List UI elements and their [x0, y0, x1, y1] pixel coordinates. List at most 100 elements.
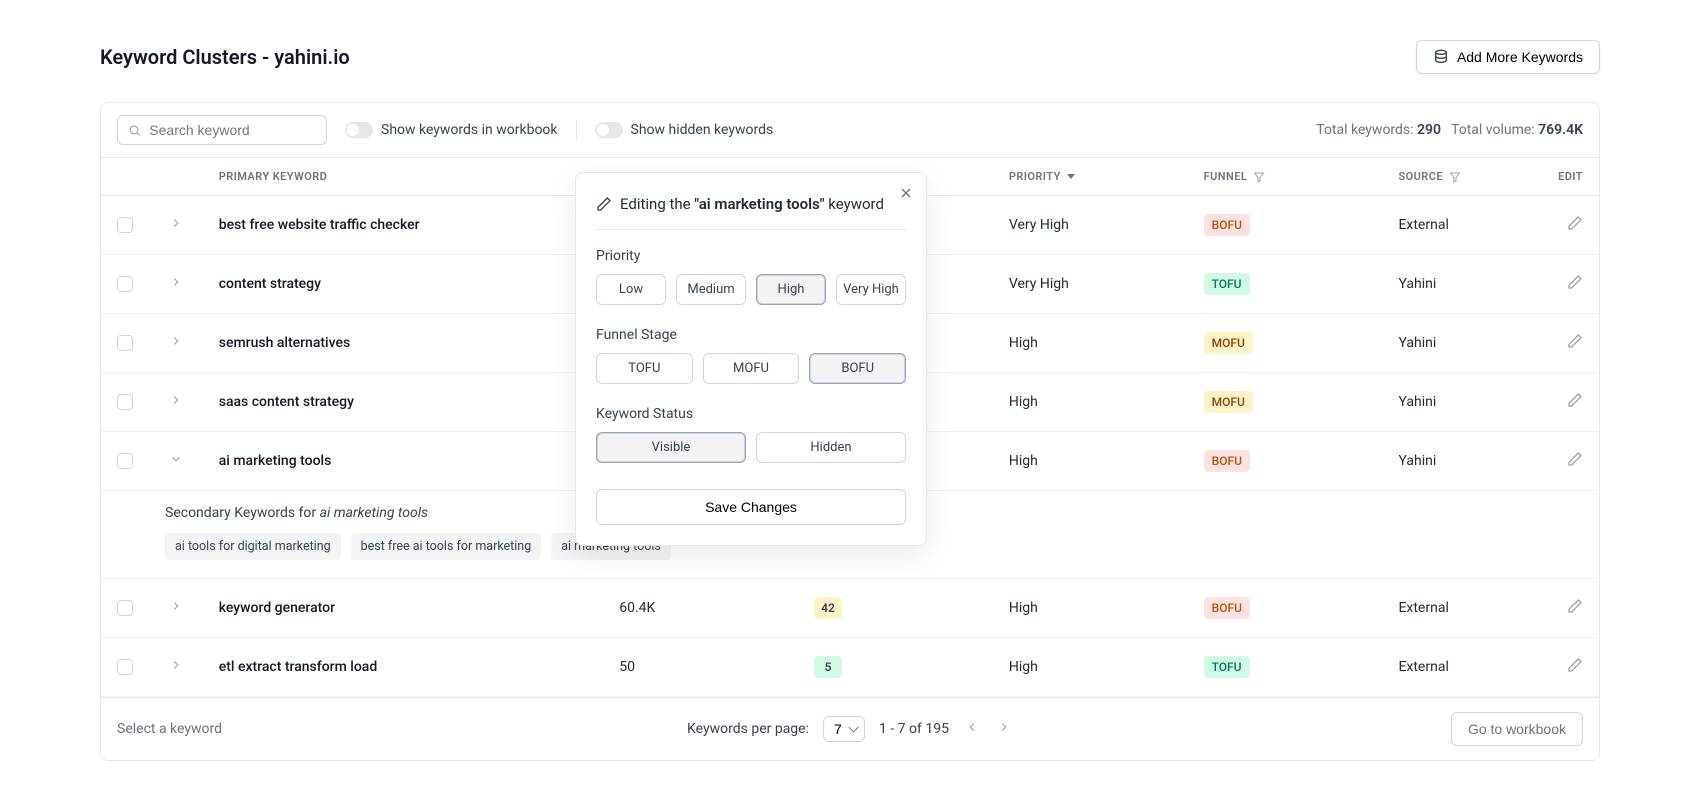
toolbar-divider	[576, 120, 577, 140]
status-section-label: Keyword Status	[596, 406, 906, 422]
select-a-keyword-label: Select a keyword	[117, 721, 222, 737]
pencil-icon	[1567, 598, 1583, 614]
funnel-badge: TOFU	[1204, 273, 1250, 295]
edit-row-button[interactable]	[1567, 455, 1583, 471]
prev-page-button[interactable]	[963, 718, 981, 740]
source-cell: External	[1382, 579, 1534, 638]
secondary-keyword-chip[interactable]: best free ai tools for marketing	[351, 533, 542, 560]
source-cell: External	[1382, 638, 1534, 697]
search-input[interactable]	[149, 122, 316, 138]
edit-row-button[interactable]	[1567, 278, 1583, 294]
funnel-badge: MOFU	[1204, 332, 1253, 354]
secondary-keyword-chip[interactable]: ai tools for digital marketing	[165, 533, 341, 560]
priority-option[interactable]: High	[756, 274, 826, 305]
pencil-icon	[1567, 392, 1583, 408]
edit-row-button[interactable]	[1567, 337, 1583, 353]
keyword-cell[interactable]: best free website traffic checker	[219, 217, 420, 233]
add-more-keywords-label: Add More Keywords	[1457, 49, 1583, 65]
chevron-right-icon[interactable]	[169, 660, 183, 676]
priority-cell: High	[993, 432, 1188, 491]
priority-option[interactable]: Medium	[676, 274, 746, 305]
pencil-icon	[1567, 215, 1583, 231]
priority-cell: Very High	[993, 196, 1188, 255]
source-cell: Yahini	[1382, 255, 1534, 314]
keywords-per-page-label: Keywords per page:	[687, 721, 809, 737]
search-input-wrap[interactable]	[117, 115, 327, 145]
chevron-right-icon[interactable]	[169, 277, 183, 293]
chevron-down-icon[interactable]	[169, 454, 183, 470]
priority-option[interactable]: Very High	[836, 274, 906, 305]
chevron-right-icon[interactable]	[169, 336, 183, 352]
volume-cell: 60.4K	[603, 579, 798, 638]
total-volume-value: 769.4K	[1538, 122, 1583, 138]
keyword-cell[interactable]: etl extract transform load	[219, 659, 377, 675]
close-icon	[898, 185, 914, 201]
pencil-icon	[596, 196, 612, 212]
priority-cell: High	[993, 314, 1188, 373]
funnel-option[interactable]: BOFU	[809, 353, 906, 384]
row-checkbox[interactable]	[117, 453, 133, 469]
edit-keyword-modal: Editing the "ai marketing tools" keyword…	[575, 172, 927, 546]
add-more-keywords-button[interactable]: Add More Keywords	[1416, 40, 1600, 74]
funnel-badge: TOFU	[1204, 656, 1250, 678]
chevron-right-icon[interactable]	[169, 218, 183, 234]
keyword-cell[interactable]: ai marketing tools	[219, 453, 332, 469]
row-checkbox[interactable]	[117, 217, 133, 233]
funnel-badge: BOFU	[1204, 597, 1250, 619]
source-cell: Yahini	[1382, 373, 1534, 432]
row-checkbox[interactable]	[117, 276, 133, 292]
chevron-right-icon[interactable]	[169, 395, 183, 411]
chevron-right-icon[interactable]	[169, 601, 183, 617]
status-option[interactable]: Visible	[596, 432, 746, 463]
total-volume-label: Total volume:	[1451, 122, 1535, 138]
sort-desc-icon	[1067, 174, 1075, 179]
keyword-cell[interactable]: semrush alternatives	[219, 335, 350, 351]
column-edit: EDIT	[1534, 158, 1599, 196]
source-cell: Yahini	[1382, 314, 1534, 373]
volume-cell: 50	[603, 638, 798, 697]
priority-cell: High	[993, 373, 1188, 432]
column-primary-keyword[interactable]: PRIMARY KEYWORD	[203, 158, 603, 196]
column-source[interactable]: SOURCE	[1382, 158, 1534, 196]
keywords-per-page-select[interactable]: 7	[823, 716, 865, 742]
funnel-option[interactable]: MOFU	[703, 353, 800, 384]
source-cell: External	[1382, 196, 1534, 255]
show-in-workbook-toggle[interactable]	[345, 122, 373, 138]
total-keywords-value: 290	[1417, 122, 1441, 138]
modal-title-prefix: Editing the	[620, 195, 694, 213]
priority-cell: High	[993, 579, 1188, 638]
edit-row-button[interactable]	[1567, 661, 1583, 677]
modal-title-suffix: keyword	[825, 195, 884, 213]
edit-row-button[interactable]	[1567, 219, 1583, 235]
row-checkbox[interactable]	[117, 600, 133, 616]
keyword-cell[interactable]: saas content strategy	[219, 394, 354, 410]
funnel-option[interactable]: TOFU	[596, 353, 693, 384]
funnel-badge: MOFU	[1204, 391, 1253, 413]
keyword-cell[interactable]: keyword generator	[219, 600, 335, 616]
save-changes-button[interactable]: Save Changes	[596, 489, 906, 525]
search-icon	[128, 123, 141, 138]
priority-section-label: Priority	[596, 248, 906, 264]
next-page-button[interactable]	[995, 718, 1013, 740]
funnel-section-label: Funnel Stage	[596, 327, 906, 343]
row-checkbox[interactable]	[117, 394, 133, 410]
row-checkbox[interactable]	[117, 335, 133, 351]
filter-icon	[1253, 171, 1265, 183]
total-keywords-label: Total keywords:	[1316, 122, 1413, 138]
column-priority[interactable]: PRIORITY	[993, 158, 1188, 196]
priority-cell: Very High	[993, 255, 1188, 314]
go-to-workbook-button[interactable]: Go to workbook	[1451, 712, 1583, 746]
edit-row-button[interactable]	[1567, 602, 1583, 618]
column-funnel[interactable]: FUNNEL	[1188, 158, 1383, 196]
priority-option[interactable]: Low	[596, 274, 666, 305]
status-option[interactable]: Hidden	[756, 432, 906, 463]
row-checkbox[interactable]	[117, 659, 133, 675]
database-icon	[1433, 49, 1449, 65]
show-hidden-toggle[interactable]	[595, 122, 623, 138]
show-hidden-label: Show hidden keywords	[631, 122, 774, 138]
source-cell: Yahini	[1382, 432, 1534, 491]
edit-row-button[interactable]	[1567, 396, 1583, 412]
keyword-cell[interactable]: content strategy	[219, 276, 321, 292]
close-modal-button[interactable]	[898, 185, 914, 205]
pagination-range: 1 - 7 of 195	[879, 721, 949, 737]
